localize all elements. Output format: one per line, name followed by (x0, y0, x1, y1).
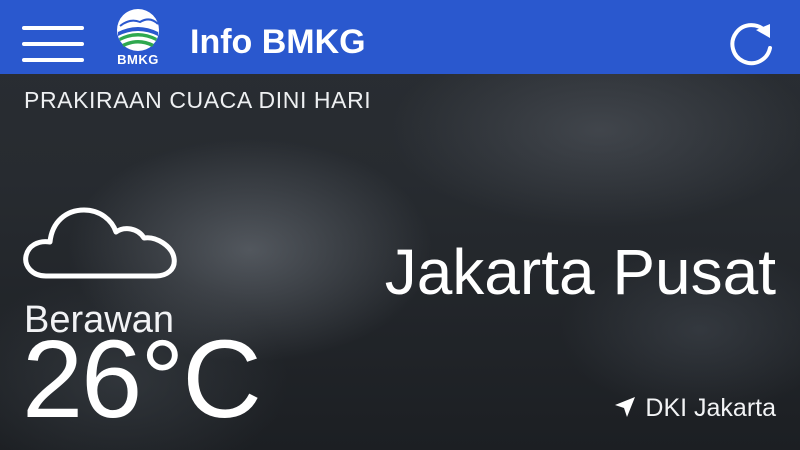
hamburger-menu-icon (22, 42, 84, 46)
forecast-period-label: PRAKIRAAN CUACA DINI HARI (24, 87, 372, 113)
cloud-icon (23, 207, 177, 279)
app-bar: BMKG Info BMKG (0, 0, 800, 74)
refresh-icon (730, 23, 772, 66)
province-name: DKI Jakarta (476, 393, 776, 423)
bmkg-logo: BMKG (106, 8, 170, 68)
hamburger-menu-icon (22, 26, 84, 30)
refresh-button[interactable] (726, 18, 778, 68)
menu-button[interactable] (22, 26, 84, 62)
hamburger-menu-icon (22, 58, 84, 62)
app-title: Info BMKG (190, 23, 366, 61)
temperature: 26°C (22, 318, 262, 441)
logo-text: BMKG (117, 52, 159, 67)
city-name: Jakarta Pusat (384, 236, 776, 308)
province-label: DKI Jakarta (645, 394, 776, 422)
location-arrow-icon (615, 397, 636, 417)
bmkg-logo-icon (117, 9, 159, 51)
